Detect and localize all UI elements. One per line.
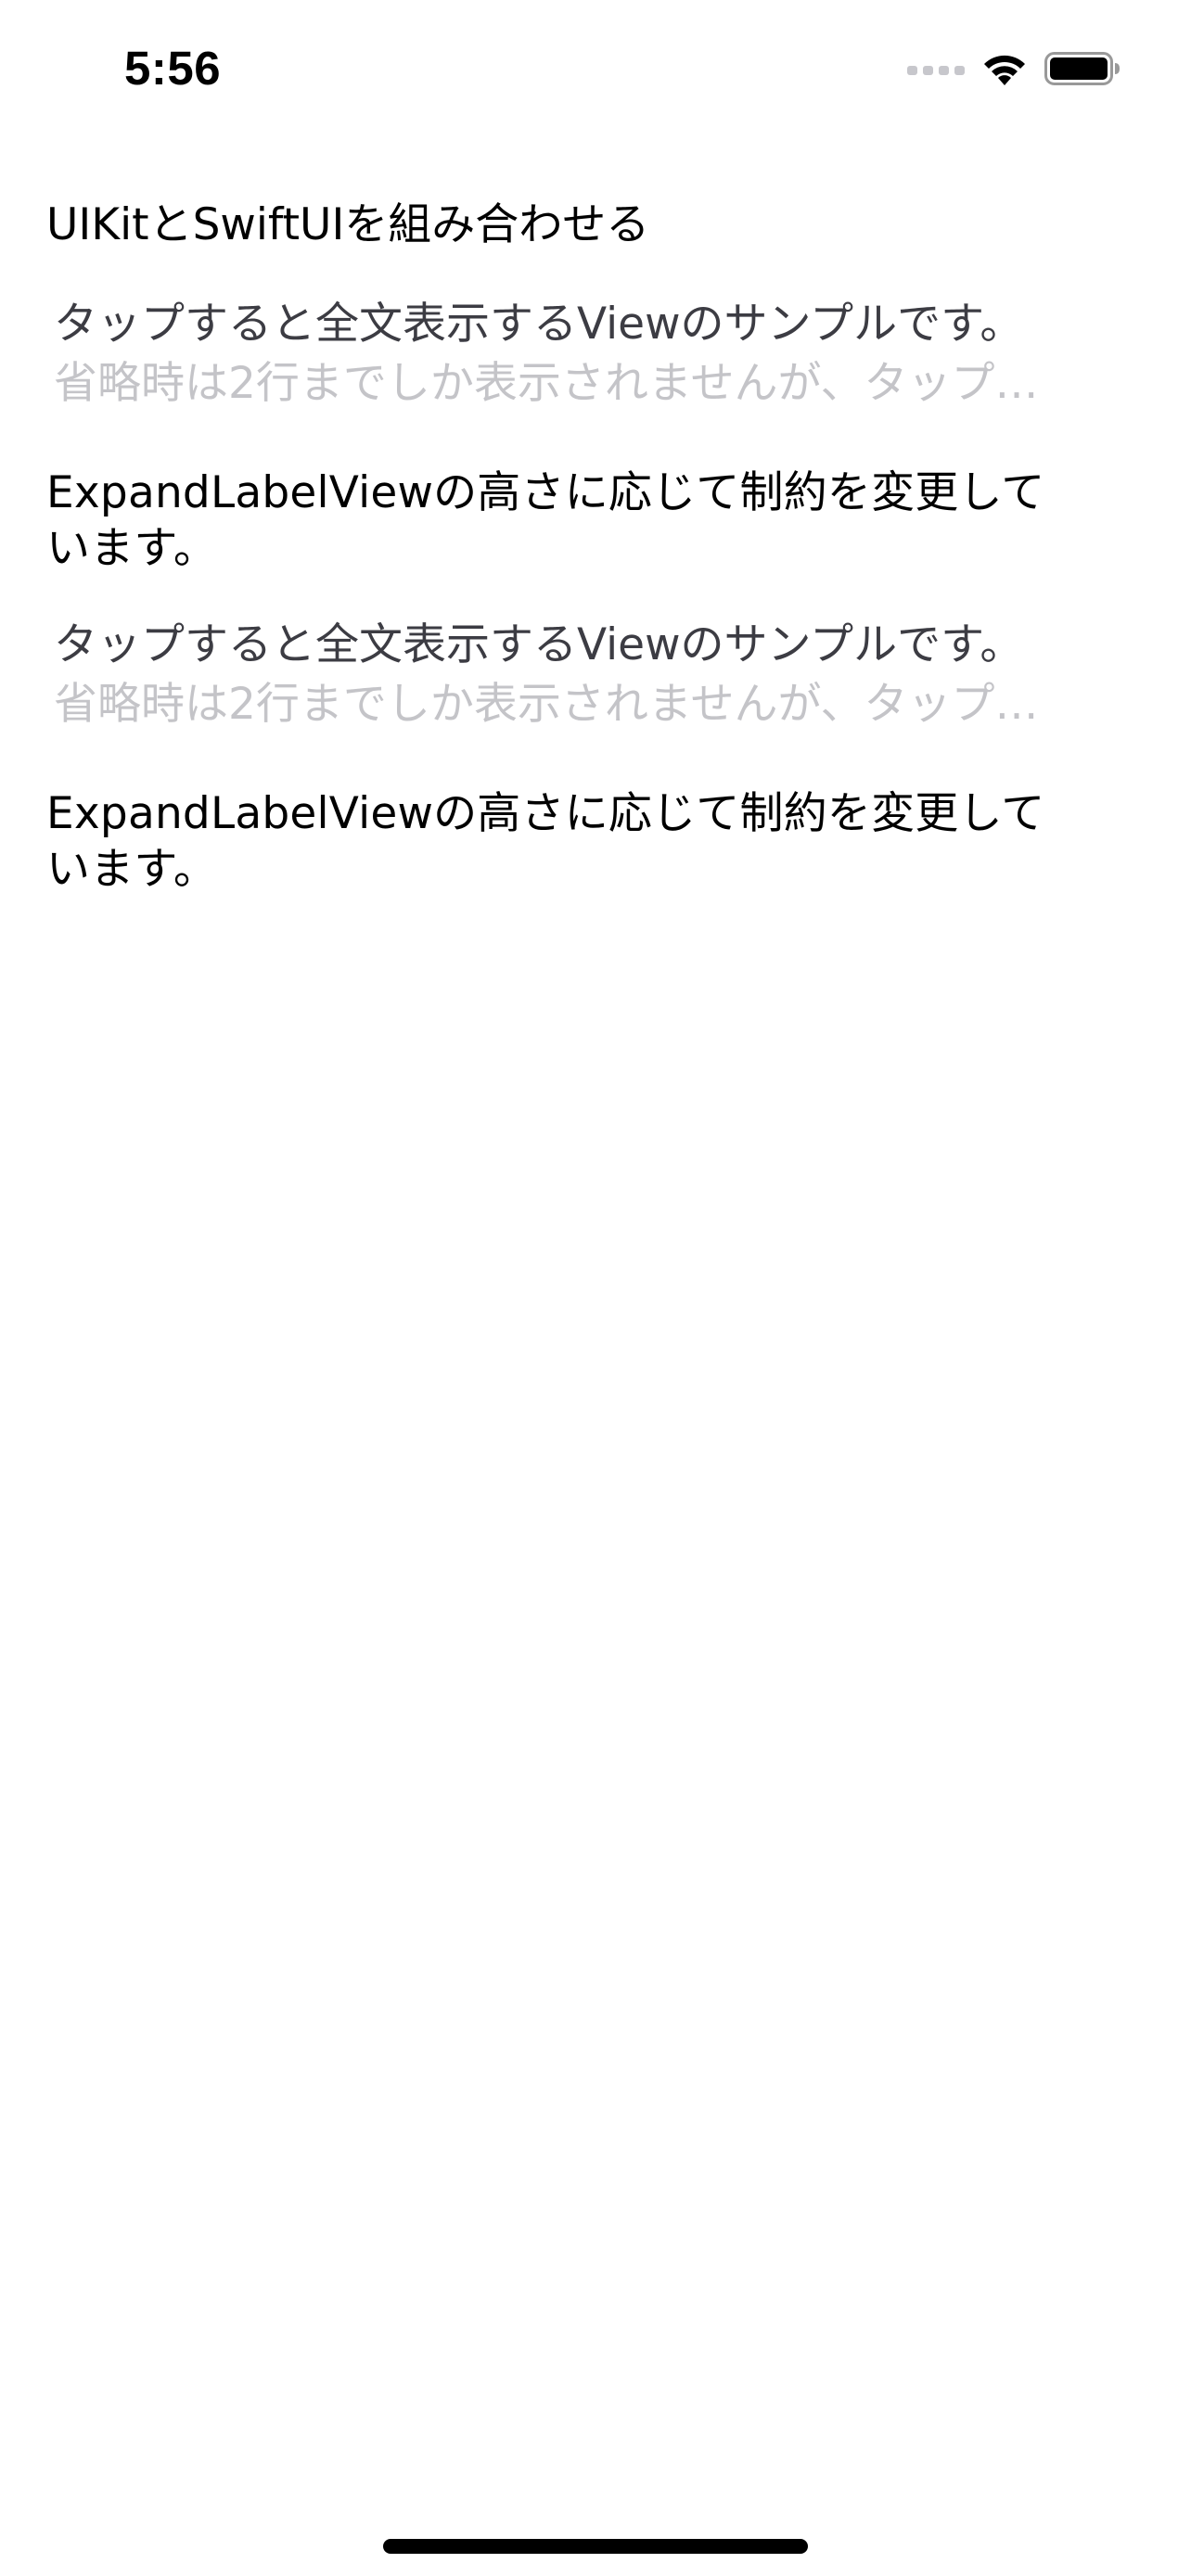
cellular-signal-dots-icon [907,66,965,75]
battery-full-icon [1044,52,1120,85]
expand-label-line: タップすると全文表示するViewのサンプルです。 [54,299,1024,350]
page-title: UIKitとSwiftUIを組み合わせる [46,199,650,250]
expand-label-line-truncated: 省略時は2行までしか表示されませんが、タップ… [54,358,1039,406]
wifi-icon [984,55,1025,85]
status-time: 5:56 [124,42,222,95]
expand-label-view[interactable]: タップすると全文表示するViewのサンプルです。 省略時は2行までしか表示されま… [54,616,1148,727]
body-label-line: います。 [46,523,218,574]
expand-label-line-truncated: 省略時は2行までしか表示されませんが、タップ… [54,679,1039,727]
expand-label-line: タップすると全文表示するViewのサンプルです。 [54,619,1024,670]
expand-label-view[interactable]: タップすると全文表示するViewのサンプルです。 省略時は2行までしか表示されま… [54,295,1148,406]
body-label: ExpandLabelViewの高さに応じて制約を変更して います。 [46,786,1141,898]
body-label-line: います。 [46,844,218,895]
body-label: ExpandLabelViewの高さに応じて制約を変更して います。 [46,465,1141,577]
status-icons [907,45,1121,93]
status-bar: 5:56 [0,0,1191,130]
body-label-line: ExpandLabelViewの高さに応じて制約を変更して [46,788,1045,839]
body-label-line: ExpandLabelViewの高さに応じて制約を変更して [46,467,1045,518]
home-indicator[interactable] [383,2539,808,2554]
